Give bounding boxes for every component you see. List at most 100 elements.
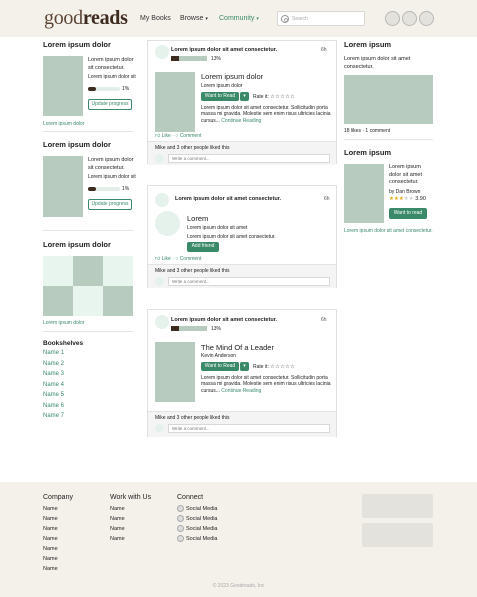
- update-progress-button[interactable]: Update progress: [88, 199, 132, 210]
- feed-card-title: Lorem ipsum dolor sit amet consectetur.: [171, 47, 278, 53]
- currently-reading-heading: Lorem ipsum dolor: [43, 40, 111, 49]
- comment-button[interactable]: Comment: [180, 256, 202, 262]
- footer-link[interactable]: Name: [43, 506, 58, 512]
- footer-link[interactable]: Name: [110, 506, 125, 512]
- social-link[interactable]: Social Media: [186, 526, 218, 532]
- search-icon: [281, 15, 289, 23]
- comment-input[interactable]: Write a comment...: [168, 277, 330, 286]
- bookshelf-item[interactable]: Name 2: [43, 361, 64, 367]
- footer-link[interactable]: Name: [110, 526, 125, 532]
- want-to-read-button[interactable]: Want to Read: [201, 92, 239, 101]
- nav-browse[interactable]: Browse ▾: [180, 15, 208, 22]
- app-store-badge[interactable]: [362, 494, 433, 518]
- avatar[interactable]: [155, 193, 169, 207]
- divider: [43, 230, 133, 231]
- book-cover[interactable]: [43, 156, 83, 217]
- logo-light: good: [44, 7, 83, 29]
- footer-link[interactable]: Name: [110, 516, 125, 522]
- footer-link[interactable]: Name: [43, 516, 58, 522]
- book-cover[interactable]: [344, 164, 384, 223]
- progress-percent: 1%: [122, 86, 130, 92]
- add-friend-button[interactable]: Add friend: [187, 242, 219, 252]
- right-section-heading-2: Lorem ipsum: [344, 148, 392, 157]
- bookshelf-item[interactable]: Name 3: [43, 371, 64, 377]
- progress-bar: [171, 326, 207, 331]
- book-title[interactable]: Lorem ipsum dolor: [201, 72, 263, 81]
- avatar: [155, 154, 164, 163]
- bookshelf-item[interactable]: Name 7: [43, 413, 64, 419]
- divider: [344, 139, 433, 140]
- view-all-link[interactable]: Lorem ipsum dolor: [43, 121, 84, 127]
- goodreads-logo[interactable]: goodreads: [44, 7, 128, 30]
- bookshelf-item[interactable]: Name 1: [43, 350, 64, 356]
- book-title[interactable]: Lorem ipsum dolor sit consectetur.: [88, 57, 136, 72]
- continue-reading-link[interactable]: Continue Reading: [221, 118, 261, 124]
- grid-tile[interactable]: [103, 256, 133, 286]
- bookshelf-item[interactable]: Name 6: [43, 403, 64, 409]
- book-cover[interactable]: [155, 72, 195, 132]
- book-cover[interactable]: [43, 56, 83, 116]
- avatar[interactable]: [155, 315, 169, 329]
- rating-stars[interactable]: ☆☆☆☆☆: [270, 94, 295, 100]
- grid-tile[interactable]: [103, 286, 133, 316]
- book-link[interactable]: Lorem ipsum dolor sit amet consectetur.: [344, 228, 433, 234]
- nav-my-books[interactable]: My Books: [140, 15, 171, 22]
- grid-tile[interactable]: [43, 286, 73, 316]
- progress-fill: [88, 87, 96, 91]
- social-link[interactable]: Social Media: [186, 536, 218, 542]
- continue-reading-link[interactable]: Continue Reading: [221, 388, 261, 394]
- rating-stars[interactable]: ☆☆☆☆☆: [270, 364, 295, 370]
- book-author[interactable]: Kevin Anderson: [201, 353, 236, 359]
- grid-tile[interactable]: [43, 256, 73, 286]
- book-title[interactable]: The Mind Of a Leader: [201, 343, 274, 352]
- footer-link[interactable]: Name: [43, 556, 58, 562]
- engagement-stats: 18 likes · 1 comment: [344, 128, 391, 134]
- card-actions: 👍︎ Like · ○ Comment: [155, 256, 202, 262]
- like-button[interactable]: Like: [162, 256, 171, 262]
- progress-percent: 13%: [211, 326, 222, 332]
- footer-link[interactable]: Name: [43, 526, 58, 532]
- book-title[interactable]: Lorem ipsum dolor sit amet consectetur.: [389, 164, 433, 187]
- update-progress-button[interactable]: Update progress: [88, 99, 132, 110]
- want-to-read-button[interactable]: Want to Read: [201, 362, 239, 371]
- messages-icon[interactable]: [402, 11, 417, 26]
- progress-fill: [171, 56, 179, 61]
- friend-avatar[interactable]: [155, 211, 180, 236]
- rate-it: Rate it: ☆☆☆☆☆: [253, 94, 295, 100]
- footer-company-heading: Company: [43, 494, 73, 501]
- bookshelf-item[interactable]: Name 5: [43, 392, 64, 398]
- featured-image[interactable]: [344, 75, 433, 124]
- search-input[interactable]: Search: [277, 11, 365, 26]
- footer-link[interactable]: Name: [110, 536, 125, 542]
- friend-name[interactable]: Lorem: [187, 214, 208, 223]
- shelf-dropdown-button[interactable]: ▾: [240, 362, 249, 371]
- social-link[interactable]: Social Media: [186, 506, 218, 512]
- social-link[interactable]: Social Media: [186, 516, 218, 522]
- avatar: [155, 424, 164, 433]
- grid-tile[interactable]: [73, 286, 103, 316]
- notifications-icon[interactable]: [385, 11, 400, 26]
- footer-link[interactable]: Name: [43, 546, 58, 552]
- grid-tile[interactable]: [73, 256, 103, 286]
- nav-community[interactable]: Community ▾: [219, 15, 259, 22]
- google-play-badge[interactable]: [362, 523, 433, 547]
- like-button[interactable]: Like: [162, 133, 171, 139]
- book-title[interactable]: Lorem ipsum dolor sit consectetur.: [88, 157, 136, 172]
- book-cover[interactable]: [155, 342, 195, 402]
- avatar[interactable]: [155, 45, 169, 59]
- card-actions: 👍︎ Like · ○ Comment: [155, 133, 202, 139]
- want-to-read-button[interactable]: Want to read: [389, 208, 427, 219]
- comment-area: Mike and 3 other people liked this Write…: [148, 264, 336, 288]
- shelf-dropdown-button[interactable]: ▾: [240, 92, 249, 101]
- comment-input[interactable]: Write a comment...: [168, 424, 330, 433]
- footer-link[interactable]: Name: [43, 566, 58, 572]
- comment-input[interactable]: Write a comment...: [168, 154, 330, 163]
- nav-community-label: Community: [219, 15, 255, 22]
- bookshelf-item[interactable]: Name 4: [43, 382, 64, 388]
- footer-link[interactable]: Name: [43, 536, 58, 542]
- book-author[interactable]: by Dan Brown: [389, 189, 420, 195]
- comment-button[interactable]: Comment: [180, 133, 202, 139]
- rating-value: 3.90: [415, 196, 426, 202]
- profile-avatar[interactable]: [419, 11, 434, 26]
- grid-link[interactable]: Lorem ipsum dolor: [43, 320, 84, 326]
